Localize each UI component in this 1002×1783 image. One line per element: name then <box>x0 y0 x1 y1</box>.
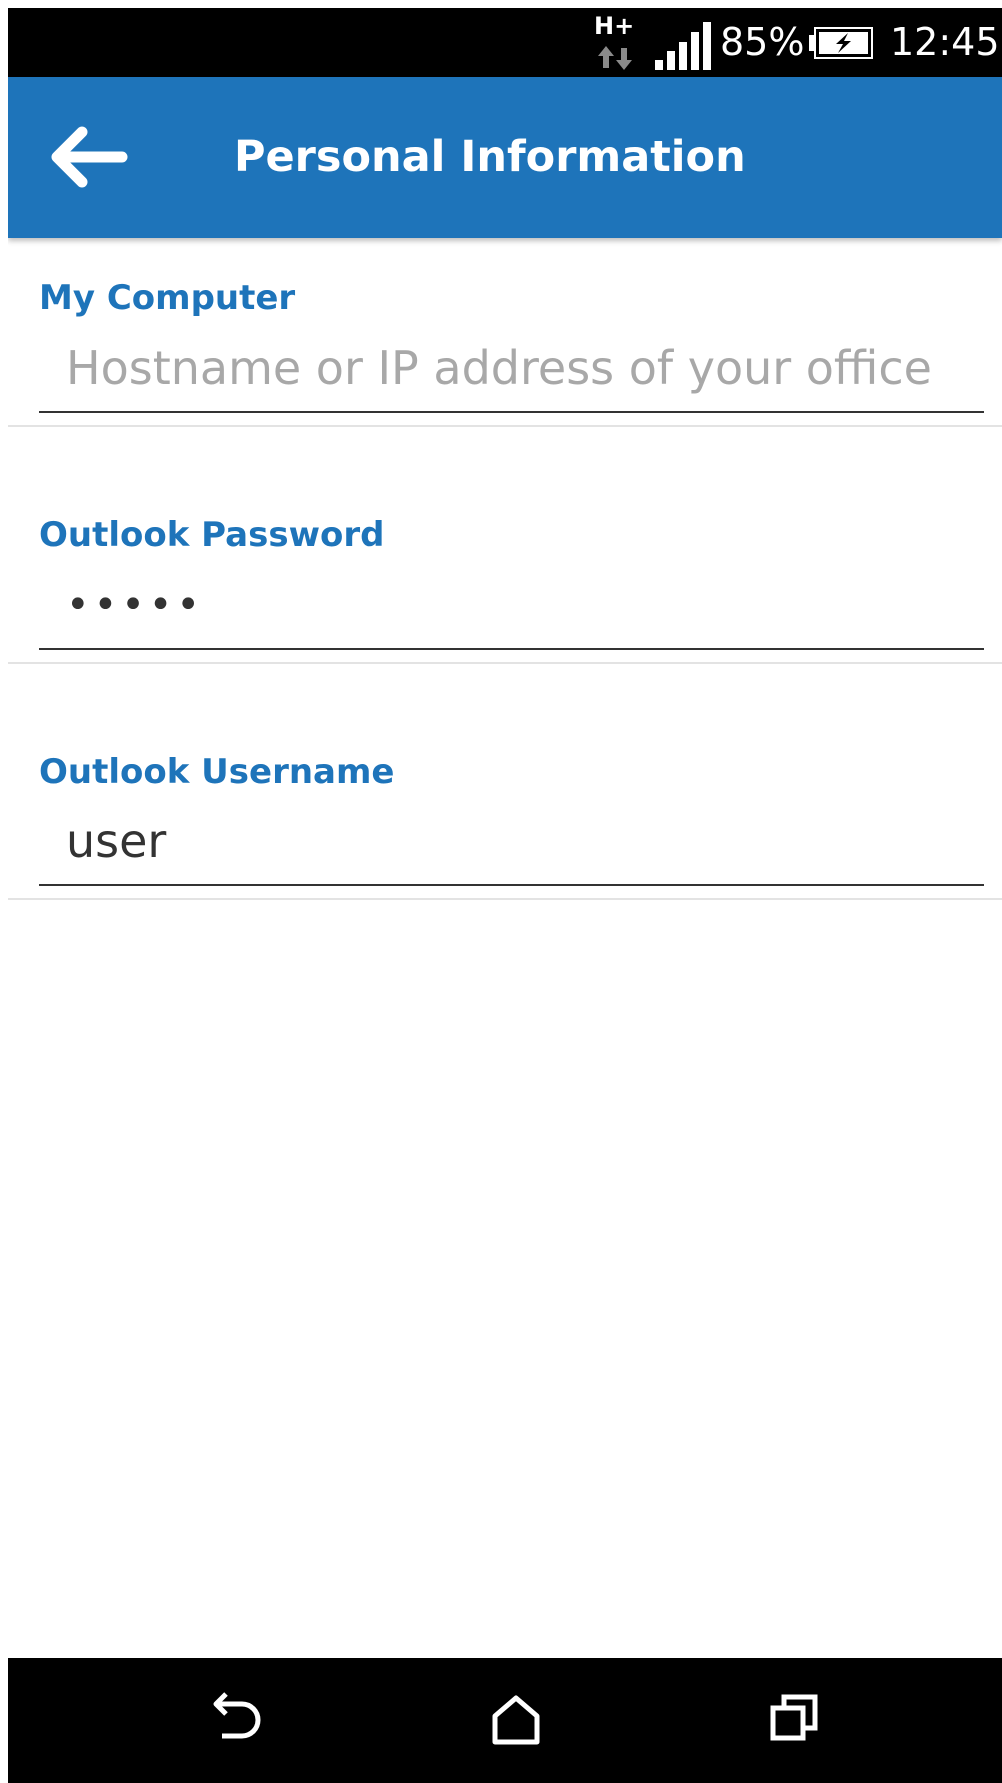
outlook-password-input[interactable] <box>39 562 984 650</box>
field-divider <box>8 662 1002 664</box>
status-bar: H+ 85% 12:45 <box>8 8 1002 77</box>
my-computer-input[interactable] <box>39 325 984 413</box>
battery-charging-icon <box>809 27 873 59</box>
outlook-username-label: Outlook Username <box>39 752 395 792</box>
battery-percent: 85% <box>720 20 805 64</box>
back-button[interactable] <box>48 122 128 192</box>
nav-recents-button[interactable] <box>766 1690 826 1750</box>
nav-back-button[interactable] <box>206 1690 266 1750</box>
nav-home-button[interactable] <box>486 1690 546 1750</box>
signal-icon <box>655 22 711 70</box>
home-icon <box>492 1695 540 1745</box>
back-icon <box>213 1692 261 1739</box>
page-title: Personal Information <box>234 132 746 182</box>
app-bar: Personal Information <box>8 77 1002 238</box>
my-computer-label: My Computer <box>39 278 296 318</box>
network-type-label: H+ <box>594 12 635 40</box>
arrow-left-icon <box>51 126 128 188</box>
navigation-bar <box>8 1658 1002 1783</box>
network-type-icon: H+ <box>588 12 638 74</box>
status-time: 12:45 <box>890 20 1000 64</box>
field-divider <box>8 898 1002 900</box>
outlook-password-label: Outlook Password <box>39 515 385 555</box>
recents-icon <box>770 1694 818 1741</box>
field-divider <box>8 425 1002 427</box>
app-screen: H+ 85% 12:45 Personal Information My Com… <box>8 8 1002 1783</box>
outlook-username-input[interactable] <box>39 798 984 886</box>
data-arrows-icon <box>598 46 632 70</box>
